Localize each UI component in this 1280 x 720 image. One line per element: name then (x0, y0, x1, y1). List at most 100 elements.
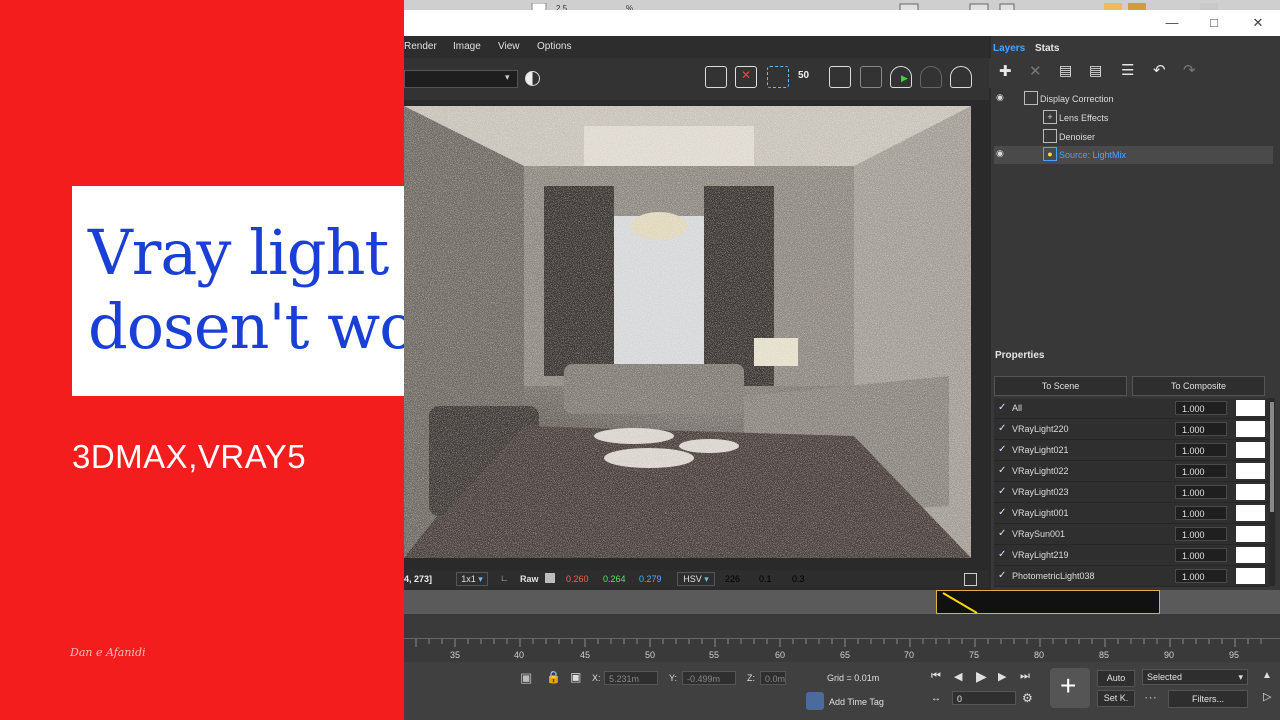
color-sphere-icon[interactable] (525, 71, 540, 86)
add-layer-icon[interactable]: ✚ (999, 62, 1012, 80)
intensity-spinner[interactable]: 1.000 (1175, 422, 1227, 436)
key-filter-dropdown[interactable]: Selected ▾ (1142, 669, 1248, 685)
to-scene-button[interactable]: To Scene (994, 376, 1127, 396)
checkbox[interactable]: ✓ (998, 424, 1008, 434)
checkbox[interactable]: ✓ (998, 466, 1008, 476)
checkbox[interactable]: ✓ (998, 550, 1008, 560)
color-swatch[interactable] (1236, 484, 1265, 500)
clear-image-icon[interactable]: ✕ (735, 66, 757, 88)
color-swatch[interactable] (1236, 421, 1265, 437)
color-swatch[interactable] (1236, 442, 1265, 458)
lightmix-row[interactable]: ✓ VRayLight219 1.000 (994, 545, 1269, 566)
set-key-mode-button[interactable]: Set K. (1097, 690, 1135, 707)
layer-denoiser[interactable]: Denoiser (994, 128, 1273, 146)
save-layers-icon[interactable]: ▤ (1059, 62, 1072, 79)
go-to-end-icon[interactable]: ⏭ (1020, 670, 1030, 683)
expand-icon[interactable]: ▲ (1262, 670, 1272, 681)
lightmix-row[interactable]: ✓ VRayLight022 1.000 (994, 461, 1269, 482)
tab-layers[interactable]: Layers (993, 43, 1025, 54)
current-frame-field[interactable]: 0 (952, 691, 1016, 705)
delete-layer-icon[interactable]: ✕ (1029, 62, 1042, 80)
undo-icon[interactable]: ↶ (1153, 61, 1166, 79)
lightmix-row[interactable]: ✓ VRayLight001 1.000 (994, 503, 1269, 524)
time-config-icon[interactable]: ⚙ (1022, 691, 1033, 705)
checkbox[interactable]: ✓ (998, 403, 1008, 413)
menu-image[interactable]: Image (453, 41, 481, 52)
render-teapot-icon[interactable]: ▶ (890, 66, 912, 88)
lightmix-row[interactable]: ✓ VRaySun001 1.000 (994, 524, 1269, 545)
zoom-badge[interactable]: 50 (798, 70, 809, 81)
channel-dropdown[interactable]: ▾ (404, 70, 518, 88)
eye-icon[interactable]: ◉ (996, 92, 1004, 103)
intensity-spinner[interactable]: 1.000 (1175, 548, 1227, 562)
redo-icon[interactable]: ↷ (1183, 61, 1196, 79)
color-swatch[interactable] (1236, 463, 1265, 479)
filters-button[interactable]: Filters... (1168, 690, 1248, 708)
checkbox[interactable]: ✓ (998, 508, 1008, 518)
checkbox[interactable]: ✓ (998, 445, 1008, 455)
intensity-spinner[interactable]: 1.000 (1175, 401, 1227, 415)
intensity-spinner[interactable]: 1.000 (1175, 527, 1227, 541)
color-swatch[interactable] (1236, 505, 1265, 521)
color-swatch[interactable] (1236, 526, 1265, 542)
interactive-render-icon[interactable] (920, 66, 942, 88)
next-frame-icon[interactable]: ▶ (998, 670, 1006, 683)
color-swatch[interactable] (1236, 568, 1265, 584)
track-mouse-icon[interactable] (860, 66, 882, 88)
compare-icon[interactable] (829, 66, 851, 88)
close-icon[interactable]: ✕ (1240, 10, 1276, 36)
lightmix-row-all[interactable]: ✓ All 1.000 (994, 398, 1269, 419)
maximize-icon[interactable]: □ (1196, 10, 1232, 36)
time-tag-icon[interactable] (806, 692, 824, 710)
lightmix-row[interactable]: ✓ VRayLight220 1.000 (994, 419, 1269, 440)
tab-stats[interactable]: Stats (1035, 43, 1059, 54)
intensity-spinner[interactable]: 1.000 (1175, 464, 1227, 478)
menu-options[interactable]: Options (537, 41, 571, 52)
set-key-button[interactable]: + (1050, 668, 1090, 708)
lightmix-row[interactable]: ✓ VRayLight023 1.000 (994, 482, 1269, 503)
intensity-spinner[interactable]: 1.000 (1175, 506, 1227, 520)
add-time-tag-link[interactable]: Add Time Tag (829, 697, 884, 707)
menu-view[interactable]: View (498, 41, 520, 52)
color-swatch[interactable] (1236, 400, 1265, 416)
properties-scrollbar[interactable] (1269, 398, 1275, 586)
color-swatch[interactable] (1236, 547, 1265, 563)
eye-icon[interactable]: ◉ (996, 148, 1004, 159)
lightmix-row[interactable]: ✓ PhotometricLight038 1.000 (994, 566, 1269, 587)
layer-display-correction[interactable]: ◉ Display Correction (994, 90, 1273, 108)
checkbox[interactable]: ✓ (998, 487, 1008, 497)
intensity-spinner[interactable]: 1.000 (1175, 443, 1227, 457)
load-layers-icon[interactable]: ▤ (1089, 62, 1102, 79)
pixel-coords: 4, 273] (404, 574, 433, 584)
key-mode-icon[interactable]: ↔ (931, 693, 941, 704)
play-icon[interactable]: ▶ (976, 668, 987, 685)
layer-source-lightmix[interactable]: ◉ ● Source: LightMix (994, 146, 1273, 164)
chevron-right-icon[interactable]: ▷ (1263, 690, 1271, 703)
y-coordinate-field[interactable]: -0.499m (682, 671, 736, 685)
panel-toggle-icon[interactable] (964, 573, 977, 586)
x-coordinate-field[interactable]: 5.231m (604, 671, 658, 685)
region-render-icon[interactable] (767, 66, 789, 88)
to-composite-button[interactable]: To Composite (1132, 376, 1265, 396)
key-tangent-icon[interactable]: ⋯ (1144, 690, 1157, 706)
checkbox[interactable]: ✓ (998, 571, 1008, 581)
auto-key-button[interactable]: Auto (1097, 670, 1135, 687)
intensity-spinner[interactable]: 1.000 (1175, 569, 1227, 583)
minimize-icon[interactable]: — (1154, 10, 1190, 36)
list-icon[interactable]: ☰ (1121, 61, 1134, 79)
go-to-start-icon[interactable]: ⏮ (931, 670, 941, 683)
intensity-spinner[interactable]: 1.000 (1175, 485, 1227, 499)
menu-render[interactable]: Render (404, 41, 437, 52)
lock-icon[interactable]: 🔒 (546, 670, 561, 684)
color-mode-dropdown[interactable]: HSV ▾ (677, 572, 715, 586)
previous-frame-icon[interactable]: ◀ (954, 670, 962, 683)
ratio-dropdown[interactable]: 1x1 ▾ (456, 572, 488, 586)
isolate-icon[interactable]: ▣ (520, 670, 532, 686)
teapot-icon[interactable] (950, 66, 972, 88)
layer-lens-effects[interactable]: + Lens Effects (994, 109, 1273, 127)
absolute-mode-icon[interactable]: ▣ (570, 670, 581, 684)
save-icon[interactable] (705, 66, 727, 88)
z-coordinate-field[interactable]: 0.0m (760, 671, 786, 685)
checkbox[interactable]: ✓ (998, 529, 1008, 539)
lightmix-row[interactable]: ✓ VRayLight021 1.000 (994, 440, 1269, 461)
